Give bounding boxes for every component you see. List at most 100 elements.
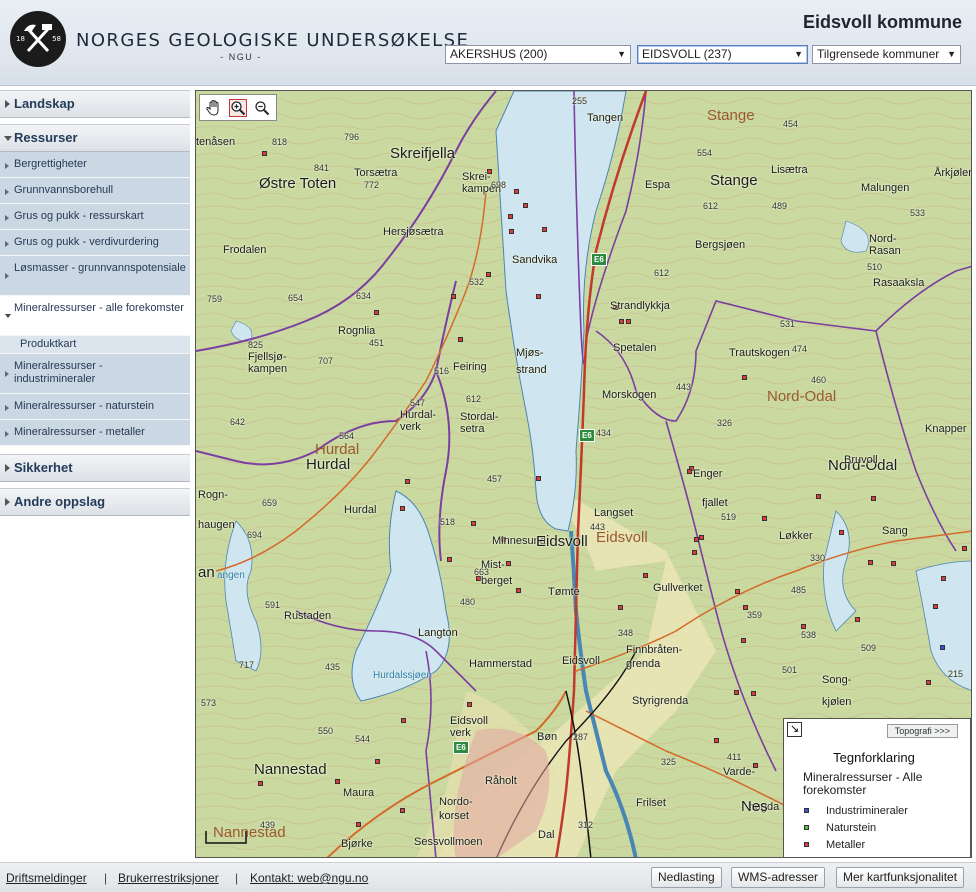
- place-label: Skreifjella: [390, 145, 456, 162]
- elevation-label: 550: [318, 726, 334, 736]
- sidebar-item-grus-pukk-verdivurdering[interactable]: Grus og pukk - verdivurdering: [0, 230, 190, 256]
- metal-occurrence-marker[interactable]: [643, 573, 648, 578]
- sidebar-item-grus-pukk-ressurskart[interactable]: Grus og pukk - ressurskart: [0, 204, 190, 230]
- zoom-in-icon[interactable]: [227, 98, 249, 117]
- topography-toggle-button[interactable]: Topografi >>>: [886, 724, 958, 738]
- zoom-out-icon[interactable]: [251, 98, 273, 117]
- sidebar-item-mineralressurser-alle[interactable]: Mineralressurser - alle forekomster: [0, 296, 190, 336]
- legend-entry-label: Industrimineraler: [826, 805, 908, 817]
- neighbour-municipalities-select[interactable]: Tilgrensede kommuner ▼: [812, 45, 961, 64]
- metal-occurrence-marker[interactable]: [816, 494, 821, 499]
- place-label: Sandvika: [512, 254, 558, 266]
- metal-occurrence-marker[interactable]: [374, 310, 379, 315]
- metal-occurrence-marker[interactable]: [401, 718, 406, 723]
- section-landskap[interactable]: Landskap: [0, 90, 190, 118]
- county-select[interactable]: AKERSHUS (200) ▼: [445, 45, 631, 64]
- metal-occurrence-marker[interactable]: [536, 476, 541, 481]
- metal-occurrence-marker[interactable]: [855, 617, 860, 622]
- metal-occurrence-marker[interactable]: [356, 822, 361, 827]
- metal-occurrence-marker[interactable]: [335, 779, 340, 784]
- download-button[interactable]: Nedlasting: [651, 867, 722, 888]
- municipality-label: Stange: [707, 107, 755, 124]
- metal-occurrence-marker[interactable]: [962, 546, 967, 551]
- metal-occurrence-marker[interactable]: [735, 589, 740, 594]
- municipality-label: Nord-Odal: [767, 388, 837, 405]
- metal-occurrence-marker[interactable]: [467, 702, 472, 707]
- metal-occurrence-marker[interactable]: [514, 189, 519, 194]
- metal-occurrence-marker[interactable]: [447, 557, 452, 562]
- metal-occurrence-marker[interactable]: [699, 535, 704, 540]
- metal-occurrence-marker[interactable]: [400, 808, 405, 813]
- metal-occurrence-marker[interactable]: [714, 738, 719, 743]
- place-label: Finnbråten-grenda: [626, 644, 683, 670]
- section-label: Landskap: [14, 96, 75, 111]
- collapse-arrow-icon: [5, 314, 11, 318]
- more-map-functions-button[interactable]: Mer kartfunksjonalitet: [836, 867, 965, 888]
- metal-occurrence-marker[interactable]: [751, 691, 756, 696]
- map-viewport[interactable]: Skreifjella Østre Toten Torsætra Skrei-k…: [195, 90, 972, 858]
- metal-occurrence-marker[interactable]: [940, 645, 945, 650]
- elevation-label: 642: [230, 417, 246, 427]
- expand-arrow-icon: [5, 100, 10, 108]
- section-sikkerhet[interactable]: Sikkerhet: [0, 454, 190, 482]
- elevation-label: 612: [703, 201, 719, 211]
- metal-occurrence-marker[interactable]: [542, 227, 547, 232]
- sidebar-item-bergrettigheter[interactable]: Bergrettigheter: [0, 152, 190, 178]
- chevron-down-icon: ▼: [947, 49, 956, 59]
- metal-occurrence-marker[interactable]: [868, 560, 873, 565]
- pan-hand-icon[interactable]: [203, 98, 225, 117]
- metal-occurrence-marker[interactable]: [734, 690, 739, 695]
- sidebar-item-mineralressurser-naturstein[interactable]: Mineralressurser - naturstein: [0, 394, 190, 420]
- sidebar-item-mineralressurser-metaller[interactable]: Mineralressurser - metaller: [0, 420, 190, 446]
- sidebar-item-mineralressurser-industrimineraler[interactable]: Mineralressurser - industrimineraler: [0, 354, 190, 394]
- metal-occurrence-marker[interactable]: [523, 203, 528, 208]
- sidebar-item-grunnvannsborehull[interactable]: Grunnvannsborehull: [0, 178, 190, 204]
- sidebar-subitem-produktkart[interactable]: Produktkart: [0, 336, 190, 354]
- metal-occurrence-marker[interactable]: [262, 151, 267, 156]
- metal-occurrence-marker[interactable]: [839, 530, 844, 535]
- metal-occurrence-marker[interactable]: [508, 214, 513, 219]
- map-legend: ↘ Topografi >>> Tegnforklaring Mineralre…: [783, 718, 971, 857]
- metal-occurrence-marker[interactable]: [619, 319, 624, 324]
- chevron-down-icon: ▼: [794, 49, 803, 59]
- brukerrestriksjoner-link[interactable]: Brukerrestriksjoner: [118, 871, 219, 885]
- driftsmeldinger-link[interactable]: Driftsmeldinger: [6, 871, 87, 885]
- metal-occurrence-marker[interactable]: [405, 479, 410, 484]
- metal-occurrence-marker[interactable]: [471, 521, 476, 526]
- sidebar-item-losmasser[interactable]: Løsmasser - grunnvannspotensiale: [0, 256, 190, 296]
- metal-occurrence-marker[interactable]: [458, 337, 463, 342]
- metal-occurrence-marker[interactable]: [486, 272, 491, 277]
- place-label: Frilset: [636, 797, 666, 809]
- metal-occurrence-marker[interactable]: [258, 781, 263, 786]
- metal-occurrence-marker[interactable]: [762, 516, 767, 521]
- metal-occurrence-marker[interactable]: [891, 561, 896, 566]
- metal-occurrence-marker[interactable]: [536, 294, 541, 299]
- water-label: angen: [217, 570, 245, 581]
- metal-occurrence-marker[interactable]: [941, 576, 946, 581]
- metal-occurrence-marker[interactable]: [741, 638, 746, 643]
- section-andre-oppslag[interactable]: Andre oppslag: [0, 488, 190, 516]
- metal-occurrence-marker[interactable]: [687, 469, 692, 474]
- metal-occurrence-marker[interactable]: [618, 605, 623, 610]
- metals-swatch: [804, 842, 809, 847]
- metal-occurrence-marker[interactable]: [871, 496, 876, 501]
- metal-occurrence-marker[interactable]: [933, 604, 938, 609]
- wms-addresses-button[interactable]: WMS-adresser: [731, 867, 826, 888]
- metal-occurrence-marker[interactable]: [451, 294, 456, 299]
- place-label: Torsætra: [354, 167, 398, 179]
- section-ressurser[interactable]: Ressurser: [0, 124, 190, 152]
- metal-occurrence-marker[interactable]: [626, 319, 631, 324]
- metal-occurrence-marker[interactable]: [926, 680, 931, 685]
- metal-occurrence-marker[interactable]: [400, 506, 405, 511]
- metal-occurrence-marker[interactable]: [694, 537, 699, 542]
- county-select-value: AKERSHUS (200): [450, 47, 548, 61]
- metal-occurrence-marker[interactable]: [742, 375, 747, 380]
- minimize-legend-icon[interactable]: ↘: [787, 722, 802, 737]
- metal-occurrence-marker[interactable]: [375, 759, 380, 764]
- metal-occurrence-marker[interactable]: [692, 550, 697, 555]
- contact-link[interactable]: Kontakt: web@ngu.no: [250, 871, 368, 885]
- municipality-select[interactable]: EIDSVOLL (237) ▼: [637, 45, 808, 64]
- metal-occurrence-marker[interactable]: [509, 229, 514, 234]
- elevation-label: 573: [201, 698, 217, 708]
- place-label: Rogn-haugen: [198, 489, 235, 531]
